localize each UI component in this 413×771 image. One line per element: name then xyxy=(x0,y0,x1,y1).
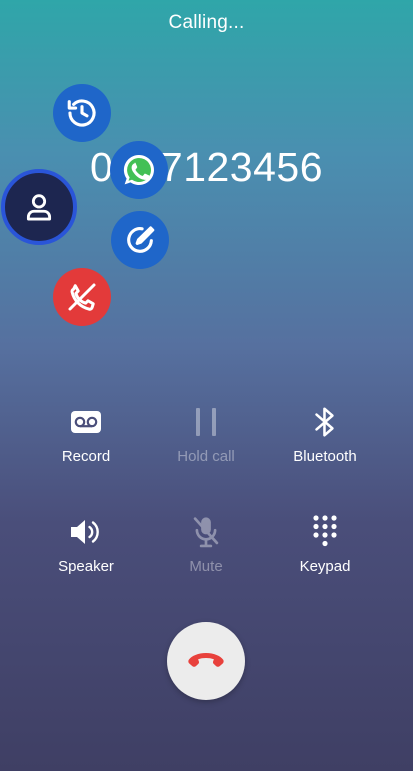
whatsapp-icon xyxy=(123,154,154,185)
bluetooth-button[interactable]: Bluetooth xyxy=(265,402,385,465)
hold-call-button[interactable]: Hold call xyxy=(146,402,266,465)
note-icon xyxy=(127,226,155,253)
contact-icon xyxy=(26,194,52,221)
bluetooth-label: Bluetooth xyxy=(293,448,357,465)
end-call-button[interactable] xyxy=(167,622,245,700)
keypad-button[interactable]: Keypad xyxy=(265,512,385,575)
record-label: Record xyxy=(61,448,111,465)
block-call-icon xyxy=(68,283,96,311)
call-status: Calling... xyxy=(168,12,245,33)
speaker-icon xyxy=(71,520,99,544)
speaker-button[interactable]: Speaker xyxy=(26,512,146,575)
contact-button[interactable] xyxy=(1,169,77,245)
end-call-icon xyxy=(188,653,224,667)
mute-label: Mute xyxy=(189,558,223,575)
whatsapp-button[interactable] xyxy=(110,141,168,199)
hold-call-label: Hold call xyxy=(177,448,235,465)
call-history-button[interactable] xyxy=(53,84,111,142)
add-note-button[interactable] xyxy=(111,211,169,269)
dialpad-icon xyxy=(313,515,337,547)
history-icon xyxy=(67,99,96,127)
mute-button[interactable]: Mute xyxy=(146,512,266,575)
pause-icon xyxy=(196,408,216,436)
record-button[interactable]: Record xyxy=(26,402,146,465)
voicemail-icon xyxy=(71,411,101,433)
block-call-button[interactable] xyxy=(53,268,111,326)
bluetooth-icon xyxy=(315,407,334,437)
speaker-label: Speaker xyxy=(58,558,114,575)
mic-off-icon xyxy=(193,517,219,548)
keypad-label: Keypad xyxy=(299,558,351,575)
